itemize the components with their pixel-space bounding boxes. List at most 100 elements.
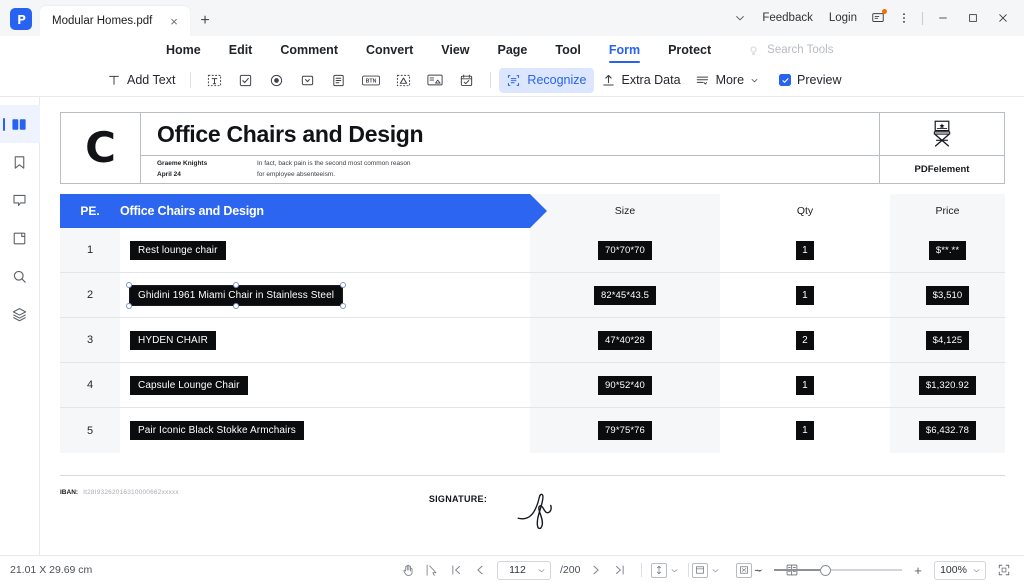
sidebar-item-layers[interactable] (0, 295, 40, 333)
signature-field-button[interactable] (388, 68, 419, 93)
preview-checkbox[interactable] (779, 74, 791, 86)
minimize-button[interactable] (928, 6, 958, 30)
sidebar-item-search[interactable] (0, 257, 40, 295)
add-text-icon (107, 73, 121, 87)
login-link[interactable]: Login (821, 6, 865, 30)
scroll-mode-selector[interactable] (651, 563, 679, 578)
zoom-slider[interactable] (774, 562, 902, 578)
tab-edit[interactable]: Edit (215, 37, 267, 63)
form-field-qty[interactable]: 1 (796, 241, 814, 260)
document-header-middle: Office Chairs and Design Graeme Knights … (141, 113, 879, 183)
tab-protect[interactable]: Protect (654, 37, 725, 63)
select-tool-button[interactable] (420, 559, 444, 581)
zoom-in-button[interactable]: + (908, 560, 928, 580)
list-box-field-button[interactable] (323, 68, 354, 93)
radio-button-field-button[interactable] (261, 68, 292, 93)
form-field-size[interactable]: 47*40*28 (598, 331, 652, 350)
form-field-price[interactable]: $3,510 (926, 286, 970, 305)
page-number-input[interactable]: 112 (497, 561, 551, 580)
table-row: 2 Ghidini 1961 Miami Chair in Stainless … (60, 273, 1005, 318)
zoom-slider-knob[interactable] (820, 565, 831, 576)
resize-handle-bottom-right[interactable] (340, 303, 346, 309)
tab-page[interactable]: Page (484, 37, 542, 63)
more-options-icon[interactable] (891, 6, 917, 30)
chevron-down-icon[interactable] (726, 6, 754, 30)
status-bar: 21.01 X 29.69 cm (0, 555, 1024, 584)
document-title: Office Chairs and Design (141, 113, 879, 156)
text-field-button[interactable] (199, 68, 230, 93)
recognize-button[interactable]: Recognize (499, 68, 593, 93)
zoom-level-selector[interactable]: 100% (934, 561, 986, 580)
previous-page-button[interactable] (468, 559, 492, 581)
form-field-size[interactable]: 79*75*76 (598, 421, 652, 440)
image-field-button[interactable] (419, 68, 451, 93)
row-size-cell: 47*40*28 (530, 318, 720, 362)
document-tab[interactable]: Modular Homes.pdf × (40, 6, 190, 36)
dropdown-field-button[interactable] (292, 68, 323, 93)
form-field-size[interactable]: 90*52*40 (598, 376, 652, 395)
close-button[interactable] (988, 6, 1018, 30)
form-field-size[interactable]: 70*70*70 (598, 241, 652, 260)
tab-comment[interactable]: Comment (266, 37, 352, 63)
next-page-button[interactable] (584, 559, 608, 581)
tab-tool[interactable]: Tool (541, 37, 594, 63)
form-field-size[interactable]: 82*45*43.5 (594, 286, 656, 305)
checkbox-field-button[interactable] (230, 68, 261, 93)
resize-handle-top-left[interactable] (126, 282, 132, 288)
tab-form[interactable]: Form (595, 37, 654, 63)
preview-toggle[interactable]: Preview (772, 68, 848, 93)
sidebar-item-comments[interactable] (0, 181, 40, 219)
form-field-qty[interactable]: 1 (796, 286, 814, 305)
zoom-out-button[interactable]: − (748, 560, 768, 580)
resize-handle-top-right[interactable] (340, 282, 346, 288)
chevron-down-icon (711, 566, 720, 575)
form-field-qty[interactable]: 2 (796, 331, 814, 350)
add-text-button[interactable]: Add Text (100, 68, 182, 93)
form-field-price[interactable]: $6,432.78 (919, 421, 976, 440)
tab-home[interactable]: Home (152, 37, 215, 63)
sidebar-item-thumbnails[interactable] (0, 105, 40, 143)
search-tools[interactable]: Search Tools (747, 44, 833, 57)
resize-handle-bottom-center[interactable] (233, 303, 239, 309)
row-number: 5 (60, 408, 120, 453)
hand-tool-button[interactable] (396, 559, 420, 581)
maximize-button[interactable] (958, 6, 988, 30)
form-field-name[interactable]: Capsule Lounge Chair (130, 376, 248, 395)
tab-convert[interactable]: Convert (352, 37, 427, 63)
sidebar-item-bookmarks[interactable] (0, 143, 40, 181)
resize-handle-top-center[interactable] (233, 282, 239, 288)
selected-form-field-wrapper[interactable]: Ghidini 1961 Miami Chair in Stainless St… (130, 286, 342, 305)
more-button[interactable]: More (688, 68, 766, 93)
document-canvas[interactable]: C Office Chairs and Design Graeme Knight… (40, 97, 1024, 555)
form-field-name[interactable]: Ghidini 1961 Miami Chair in Stainless St… (130, 286, 342, 305)
close-tab-icon[interactable]: × (166, 13, 182, 29)
form-field-qty[interactable]: 1 (796, 421, 814, 440)
feedback-link[interactable]: Feedback (754, 6, 821, 30)
tab-view[interactable]: View (427, 37, 483, 63)
first-page-icon (449, 563, 463, 577)
form-field-price[interactable]: $4,125 (926, 331, 970, 350)
last-page-button[interactable] (608, 559, 632, 581)
first-page-button[interactable] (444, 559, 468, 581)
form-field-price[interactable]: $1,320.92 (919, 376, 976, 395)
form-field-name[interactable]: HYDEN CHAIR (130, 331, 216, 350)
push-button-field-button[interactable]: BTN (354, 68, 388, 93)
search-tools-input[interactable]: Search Tools (767, 44, 833, 56)
date-field-button[interactable] (451, 68, 482, 93)
form-field-name[interactable]: Pair Iconic Black Stokke Armchairs (130, 421, 304, 440)
form-field-price[interactable]: $**.** (929, 241, 966, 260)
fit-page-button[interactable] (992, 559, 1016, 581)
notifications-icon[interactable] (865, 6, 891, 30)
page-layout-selector[interactable] (692, 563, 720, 578)
ribbon-tab-list: Home Edit Comment Convert View Page Tool… (152, 37, 833, 63)
resize-handle-bottom-left[interactable] (126, 303, 132, 309)
form-field-qty[interactable]: 1 (796, 376, 814, 395)
new-tab-icon[interactable]: + (196, 12, 214, 30)
chevron-down-icon (750, 76, 759, 85)
document-note: In fact, back pain is the second most co… (257, 159, 411, 179)
row-size-cell: 70*70*70 (530, 228, 720, 272)
sidebar-item-attachments[interactable] (0, 219, 40, 257)
extra-data-button[interactable]: Extra Data (594, 68, 688, 93)
form-field-name[interactable]: Rest lounge chair (130, 241, 226, 260)
search-icon (11, 268, 28, 285)
